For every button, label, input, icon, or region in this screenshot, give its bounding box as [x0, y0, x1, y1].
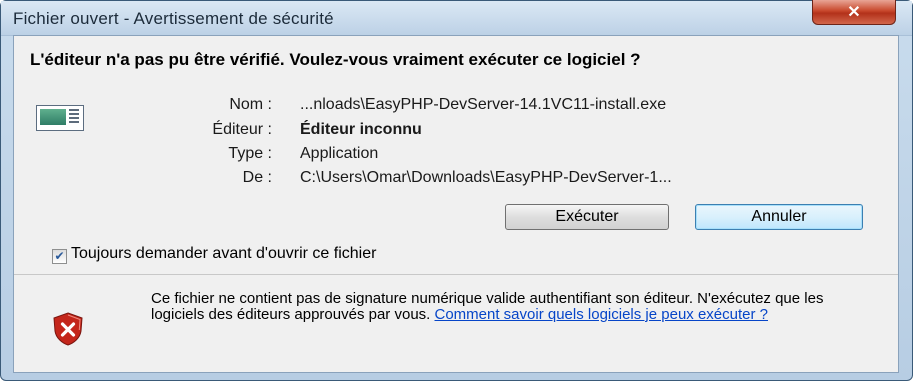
application-file-icon	[36, 105, 84, 131]
title-bar[interactable]: Fichier ouvert - Avertissement de sécuri…	[1, 0, 912, 36]
cancel-button[interactable]: Annuler	[695, 204, 863, 230]
name-value: ...nloads\EasyPHP-DevServer-14.1VC11-ins…	[300, 96, 667, 113]
help-link[interactable]: Comment savoir quels logiciels je peux e…	[435, 306, 769, 323]
checkmark-icon: ✔	[54, 249, 65, 263]
close-icon: ✕	[847, 4, 861, 21]
run-button[interactable]: Exécuter	[505, 204, 669, 230]
publisher-value: Éditeur inconnu	[300, 121, 422, 138]
dialog-body: L'éditeur n'a pas pu être vérifié. Voule…	[13, 35, 899, 373]
warning-text: Ce fichier ne contient pas de signature …	[151, 291, 851, 323]
always-ask-checkbox[interactable]: ✔	[52, 249, 67, 264]
dialog-question: L'éditeur n'a pas pu être vérifié. Voule…	[30, 50, 641, 69]
shield-error-icon	[53, 312, 83, 346]
type-label: Type :	[228, 145, 272, 162]
close-button[interactable]: ✕	[812, 0, 896, 25]
from-value: C:\Users\Omar\Downloads\EasyPHP-DevServe…	[300, 169, 672, 186]
window-title: Fichier ouvert - Avertissement de sécuri…	[13, 9, 334, 28]
type-value: Application	[300, 145, 379, 162]
security-warning-window: Fichier ouvert - Avertissement de sécuri…	[0, 0, 913, 381]
publisher-label: Éditeur :	[212, 121, 272, 138]
always-ask-label[interactable]: Toujours demander avant d'ouvrir ce fich…	[71, 245, 376, 263]
from-label: De :	[242, 169, 272, 186]
name-label: Nom :	[229, 96, 272, 113]
